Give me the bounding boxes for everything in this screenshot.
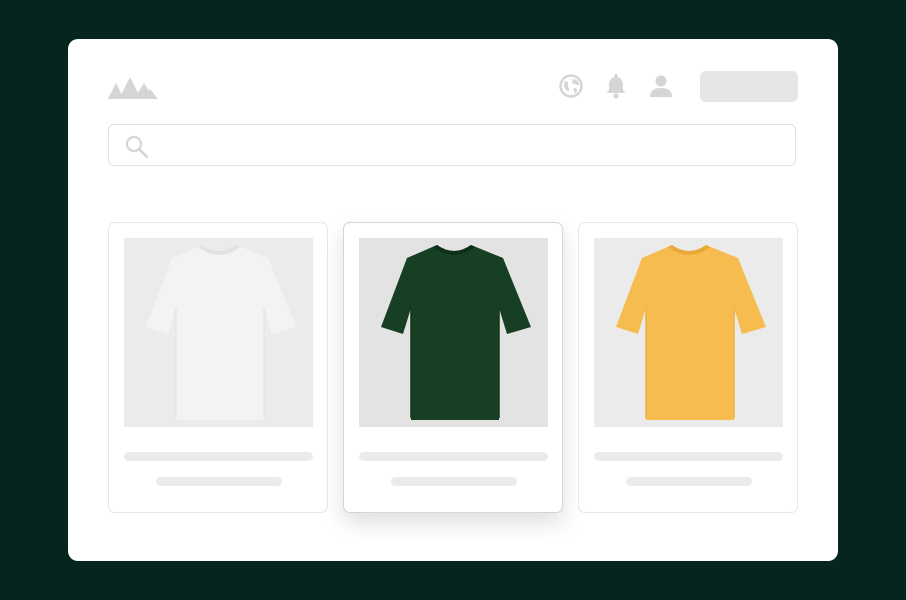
search-input[interactable]: [159, 125, 783, 167]
product-card-green[interactable]: [343, 222, 563, 513]
product-card-white[interactable]: [108, 222, 328, 513]
product-price-placeholder: [391, 477, 517, 486]
user-icon[interactable]: [648, 73, 674, 99]
product-image: [124, 238, 313, 427]
product-title-placeholder: [124, 452, 313, 461]
globe-icon[interactable]: [558, 73, 584, 99]
header-action-button[interactable]: [700, 71, 798, 102]
search-bar[interactable]: [108, 124, 796, 167]
tshirt-icon: [146, 245, 296, 420]
product-title-placeholder: [594, 452, 783, 461]
search-icon: [125, 135, 149, 159]
product-price-placeholder: [626, 477, 752, 486]
product-card-yellow[interactable]: [578, 222, 798, 513]
browser-window: [68, 39, 838, 561]
bell-icon[interactable]: [603, 73, 629, 99]
product-title-placeholder: [359, 452, 548, 461]
product-price-placeholder: [156, 477, 282, 486]
tshirt-icon: [381, 245, 531, 420]
mountain-logo-icon[interactable]: [108, 77, 158, 99]
product-image: [359, 238, 548, 427]
product-image: [594, 238, 783, 427]
tshirt-icon: [616, 245, 766, 420]
